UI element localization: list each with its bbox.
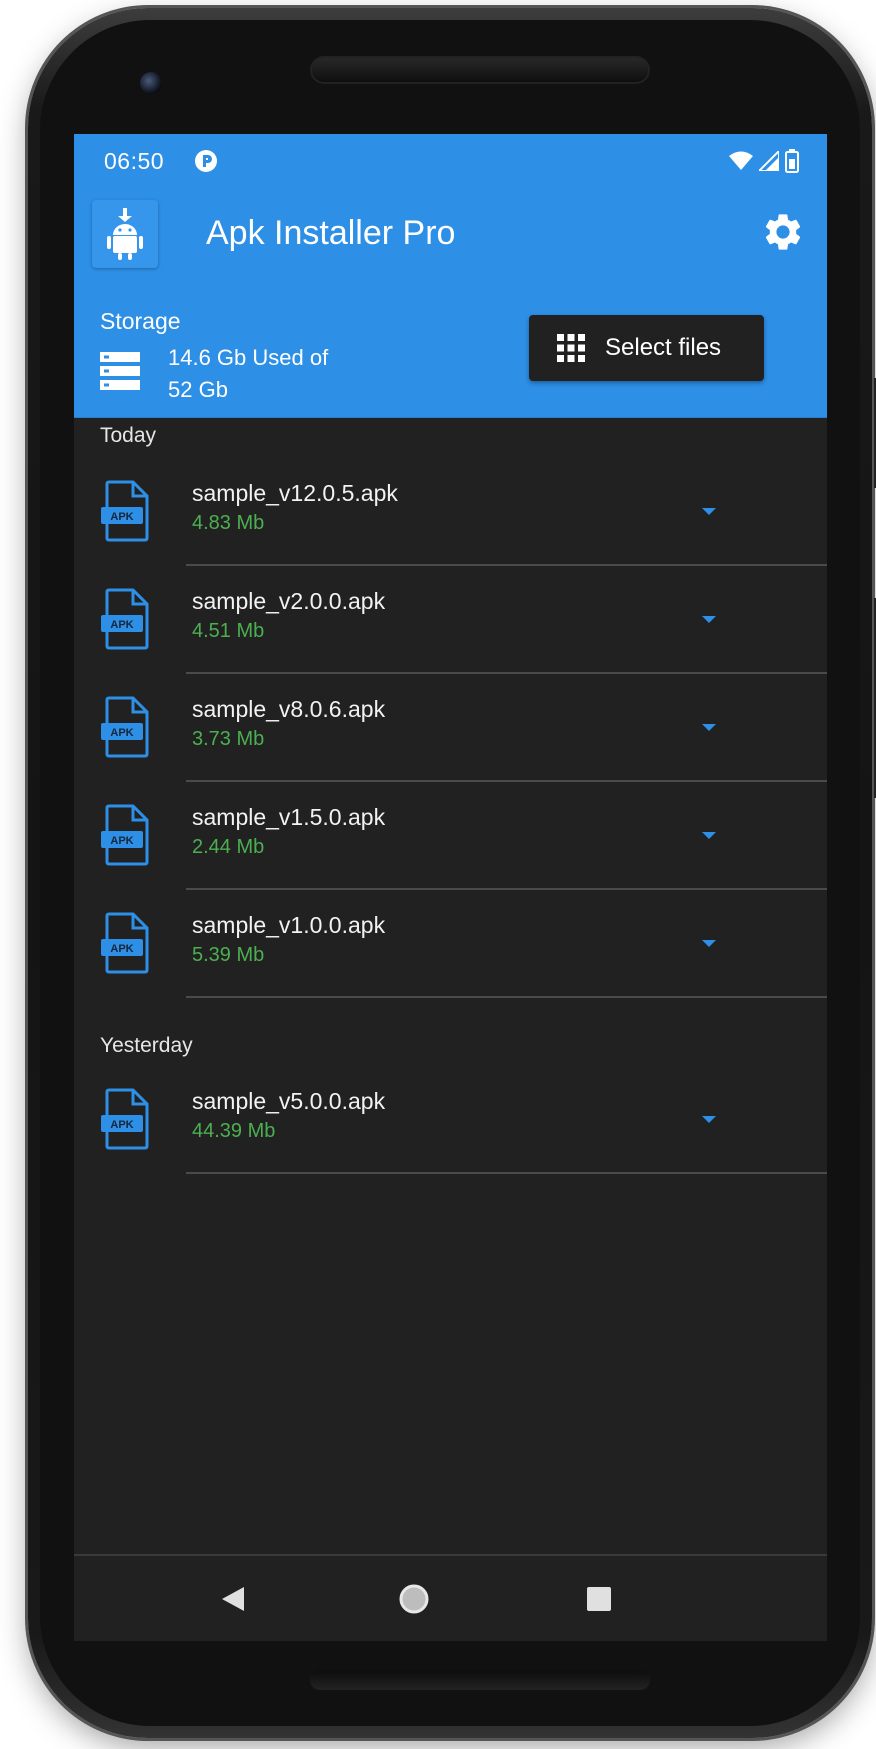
apk-label: APK [110,943,133,955]
row-divider [186,996,827,998]
front-camera [140,72,162,94]
back-icon[interactable] [208,1574,258,1624]
status-time: 06:50 [104,148,165,174]
chevron-down-icon[interactable] [684,922,734,962]
app-bar: Apk Installer Pro [74,190,827,278]
cell-signal-icon [759,151,779,171]
home-icon[interactable] [389,1574,439,1624]
file-row[interactable]: APK sample_v1.5.0.apk 2.44 Mb [74,782,827,890]
storage-used-text: 14.6 Gb Used of [168,345,329,370]
apk-file-icon: APK [101,804,149,866]
file-size: 4.83 Mb [192,512,265,534]
chevron-down-icon[interactable] [684,598,734,638]
file-row[interactable]: APK sample_v5.0.0.apk 44.39 Mb [74,1066,827,1174]
file-row[interactable]: APK sample_v8.0.6.apk 3.73 Mb [74,674,827,782]
settings-gear-icon[interactable] [761,210,805,254]
storage-panel: Storage 14.6 Gb Used of 52 Gb Select fil… [74,278,827,418]
status-bar: 06:50 [74,134,827,190]
android-download-icon [107,208,143,260]
file-size: 3.73 Mb [192,728,265,750]
chevron-down-icon[interactable] [684,1098,734,1138]
chevron-down-icon[interactable] [684,490,734,530]
bottom-speaker [310,1670,650,1690]
storage-usage: 14.6 Gb Used of 52 Gb [168,342,368,406]
recent-apps-icon[interactable] [574,1574,624,1624]
screen: 06:50 Apk Installer Pro Storage 14.6 Gb … [74,134,827,1641]
file-name: sample_v2.0.0.apk [192,588,386,614]
apk-file-icon: APK [101,480,149,542]
row-divider [186,1172,827,1174]
section-header-yesterday: Yesterday [100,1034,193,1057]
storage-title: Storage [100,308,181,334]
status-icons [729,149,799,173]
file-size: 2.44 Mb [192,836,265,858]
file-row[interactable]: APK sample_v2.0.0.apk 4.51 Mb [74,566,827,674]
file-name: sample_v1.5.0.apk [192,804,386,830]
apk-file-icon: APK [101,588,149,650]
app-notification-icon [195,150,217,172]
file-name: sample_v1.0.0.apk [192,912,386,938]
select-files-button[interactable]: Select files [529,315,764,381]
apk-file-icon: APK [101,1088,149,1150]
storage-total-text: 52 Gb [168,377,228,402]
apk-file-icon: APK [101,696,149,758]
file-name: sample_v8.0.6.apk [192,696,386,722]
select-files-label: Select files [605,334,722,361]
wifi-icon [729,151,753,170]
page: 06:50 Apk Installer Pro Storage 14.6 Gb … [0,0,876,1749]
apk-file-icon: APK [101,912,149,974]
app-logo [92,200,158,268]
file-size: 5.39 Mb [192,944,265,966]
earpiece-speaker [310,56,650,84]
apk-label: APK [110,835,133,847]
battery-icon [785,149,799,173]
apk-label: APK [110,727,133,739]
file-size: 44.39 Mb [192,1120,276,1142]
apk-label: APK [110,619,133,631]
app-title: Apk Installer Pro [206,214,456,252]
file-size: 4.51 Mb [192,620,265,642]
grid-icon [557,334,585,362]
file-name: sample_v5.0.0.apk [192,1088,386,1114]
navigation-bar [74,1554,827,1641]
file-row[interactable]: APK sample_v1.0.0.apk 5.39 Mb [74,890,827,998]
storage-icon [100,352,140,390]
section-header-today: Today [100,424,157,447]
chevron-down-icon[interactable] [684,706,734,746]
apk-label: APK [110,1119,133,1131]
apk-label: APK [110,511,133,523]
chevron-down-icon[interactable] [684,814,734,854]
file-name: sample_v12.0.5.apk [192,480,398,506]
file-row[interactable]: APK sample_v12.0.5.apk 4.83 Mb [74,458,827,566]
